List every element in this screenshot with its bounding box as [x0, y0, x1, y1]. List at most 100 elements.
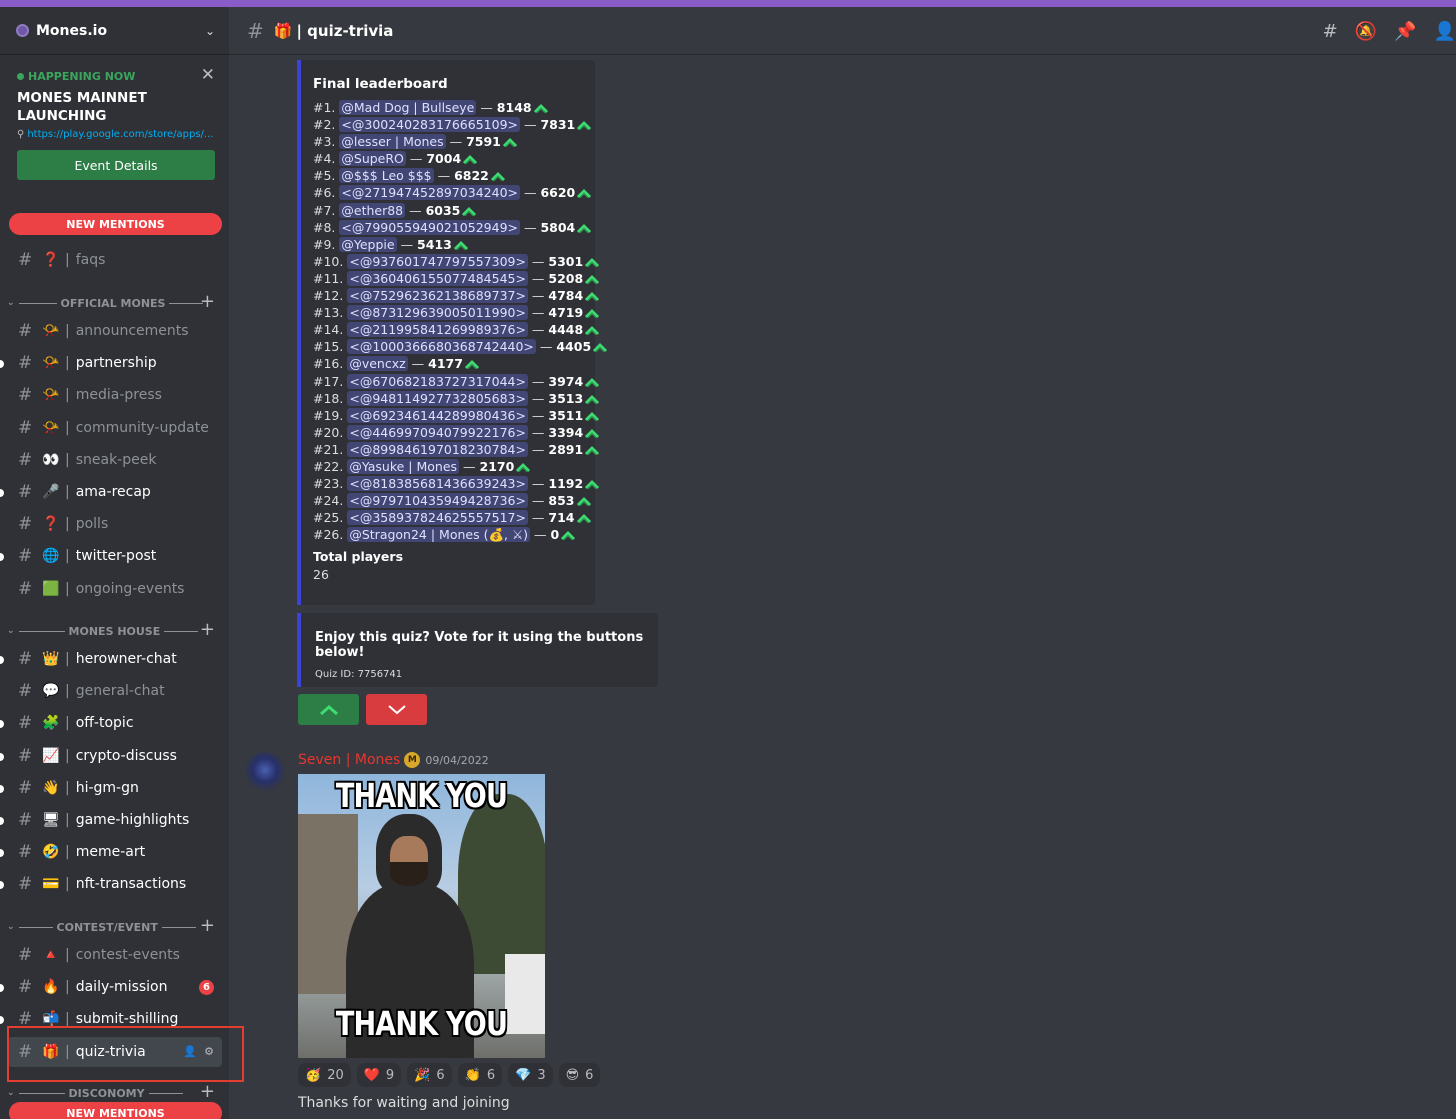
user-mention[interactable]: <@818385681436639243>	[347, 476, 528, 492]
channel-meme-art[interactable]: # 🤣 | meme-art	[0, 837, 222, 867]
channel-community-update[interactable]: # 📯 | community-update	[8, 413, 222, 443]
user-mention[interactable]: <@358937824625557517>	[347, 510, 528, 526]
pin-icon[interactable]: 📌	[1394, 21, 1416, 42]
downvote-button[interactable]	[366, 694, 427, 725]
event-title: MONES MAINNET LAUNCHING	[17, 90, 147, 124]
channel-general-chat[interactable]: # 💬 | general-chat	[8, 676, 222, 706]
reaction-button[interactable]: 😎 6	[558, 1063, 601, 1087]
event-details-button[interactable]: Event Details	[17, 150, 215, 180]
user-mention[interactable]: <@211995841269989376>	[347, 322, 528, 338]
user-mention[interactable]: <@873129639005011990>	[347, 305, 528, 321]
user-mention[interactable]: <@670682183727317044>	[347, 373, 528, 389]
channel-ama-recap[interactable]: # 🎤 | ama-recap	[0, 477, 222, 507]
reaction-button[interactable]: 🥳 20	[298, 1063, 351, 1087]
user-mention[interactable]: <@799055949021052949>	[339, 219, 520, 235]
channel-nft-transactions[interactable]: # 💳 | nft-transactions	[0, 869, 222, 899]
new-mentions-pill[interactable]: NEW MENTIONS	[9, 1102, 222, 1119]
unread-indicator	[0, 553, 4, 562]
user-mention[interactable]: <@446997094079922176>	[347, 424, 528, 440]
user-mention[interactable]: <@899846197018230784>	[347, 441, 528, 457]
channel-game-highlights[interactable]: # 🖥 | game-highlights	[0, 805, 222, 835]
hash-icon: #	[18, 874, 33, 895]
user-mention[interactable]: <@1000366680368742440>	[347, 339, 536, 355]
score: 5804	[540, 219, 576, 235]
reaction-button[interactable]: 🎉 6	[407, 1063, 452, 1087]
reaction-count: 20	[327, 1067, 344, 1083]
chevron-up-icon	[583, 425, 600, 440]
vote-embed: Enjoy this quiz? Vote for it using the b…	[297, 613, 658, 687]
score: 5301	[548, 253, 584, 269]
channel-faqs[interactable]: # ❓ | faqs	[8, 245, 222, 275]
channel-daily-mission[interactable]: # 🔥 | daily-mission 6	[0, 972, 222, 1002]
channel-sneak-peek[interactable]: # 👀 | sneak-peek	[8, 445, 222, 475]
user-mention[interactable]: <@752962362138689737>	[347, 288, 528, 304]
new-mentions-pill[interactable]: NEW MENTIONS	[9, 213, 222, 235]
user-mention[interactable]: <@937601747797557309>	[347, 253, 528, 269]
upvote-button[interactable]	[298, 694, 359, 725]
category-header[interactable]: ⌄ MONES HOUSE +	[0, 619, 229, 641]
hash-icon: #	[18, 546, 33, 567]
user-mention[interactable]: @ether88	[339, 202, 406, 218]
channel-crypto-discuss[interactable]: # 📈 | crypto-discuss	[0, 741, 222, 771]
reaction-button[interactable]: ❤️ 9	[356, 1063, 402, 1087]
add-channel-icon[interactable]: +	[200, 915, 215, 936]
channel-polls[interactable]: # ❓ | polls	[8, 509, 222, 539]
channel-emoji: 🎤	[42, 484, 60, 500]
reaction-button[interactable]: 💎 3	[508, 1063, 553, 1087]
channel-emoji: 🤣	[42, 844, 60, 861]
score: 4784	[548, 288, 584, 304]
chevron-down-icon[interactable]: ⌄	[205, 24, 215, 38]
channel-twitter-post[interactable]: # 🌐 | twitter-post	[0, 541, 222, 571]
user-mention[interactable]: @SupeRO	[339, 151, 406, 167]
unread-indicator	[0, 656, 4, 664]
threads-icon[interactable]: #	[1323, 21, 1338, 42]
add-channel-icon[interactable]: +	[200, 291, 215, 312]
channel-herowner-chat[interactable]: # 👑 | herowner-chat	[0, 644, 222, 674]
channel-contest-events[interactable]: # 🔺 | contest-events	[8, 940, 222, 970]
add-channel-icon[interactable]: +	[200, 1081, 215, 1102]
unread-indicator	[0, 849, 4, 858]
channel-emoji: 📯	[42, 387, 60, 404]
members-icon[interactable]: 👤	[1434, 21, 1456, 42]
user-mention[interactable]: <@692346144289980436>	[347, 407, 528, 423]
channel-announcements[interactable]: # 📯 | announcements	[8, 316, 222, 346]
user-mention[interactable]: @lesser | Mones	[339, 134, 446, 150]
score: 7591	[466, 134, 501, 150]
event-link[interactable]: ⚲ https://play.google.com/store/apps/...	[17, 129, 213, 140]
category-header[interactable]: ⌄ CONTEST/EVENT +	[0, 915, 229, 937]
channel-ongoing-events[interactable]: # 🟩 | ongoing-events	[8, 574, 222, 604]
user-mention[interactable]: @Mad Dog | Bullseye	[339, 100, 477, 115]
meme-top-caption: THANK YOU	[335, 776, 508, 815]
channel-off-topic[interactable]: # 🧩 | off-topic	[0, 708, 222, 738]
user-mention[interactable]: @$$$ Leo $$$	[339, 168, 434, 184]
channel-emoji: 💳	[42, 876, 60, 893]
user-mention[interactable]: <@948114927732805683>	[347, 390, 528, 406]
meme-image[interactable]: THANK YOU THANK YOU	[298, 774, 545, 1058]
user-mention[interactable]: <@360406155077484545>	[347, 270, 528, 286]
leaderboard-row: #1. @Mad Dog | Bullseye — 8148	[313, 99, 583, 116]
user-mention[interactable]: @Yeppie	[339, 236, 397, 252]
channel-name: ama-recap	[75, 484, 151, 500]
user-mention[interactable]: @Yasuke | Mones	[347, 458, 460, 474]
add-channel-icon[interactable]: +	[200, 619, 215, 640]
category-header[interactable]: ⌄ DISCONOMY +	[0, 1081, 229, 1103]
channel-name: off-topic	[75, 715, 134, 732]
author-name[interactable]: Seven | Mones	[298, 752, 400, 768]
close-icon[interactable]: ✕	[201, 65, 215, 85]
channel-hi-gm-gn[interactable]: # 👋 | hi-gm-gn	[0, 773, 222, 803]
mute-bell-icon[interactable]: 🔕	[1355, 21, 1377, 42]
channel-media-press[interactable]: # 📯 | media-press	[8, 380, 222, 410]
user-mention[interactable]: @Stragon24 | Mones (💰, ⚔)	[347, 527, 531, 543]
category-header[interactable]: ⌄ OFFICIAL MONES +	[0, 291, 229, 313]
user-mention[interactable]: <@300240283176665109>	[339, 117, 520, 133]
user-mention[interactable]: <@271947452897034240>	[339, 185, 520, 201]
channel-partnership[interactable]: # 📯 | partnership	[0, 348, 222, 378]
user-mention[interactable]: @vencxz	[347, 356, 408, 372]
avatar[interactable]	[245, 752, 285, 792]
user-mention[interactable]: <@979710435949428736>	[347, 493, 528, 509]
server-header[interactable]: Mones.io ⌄	[0, 7, 229, 55]
channel-name: faqs	[75, 252, 106, 268]
reaction-button[interactable]: 👏 6	[457, 1063, 503, 1087]
role-badge-icon: M	[404, 752, 421, 768]
chevron-up-icon	[583, 408, 600, 423]
